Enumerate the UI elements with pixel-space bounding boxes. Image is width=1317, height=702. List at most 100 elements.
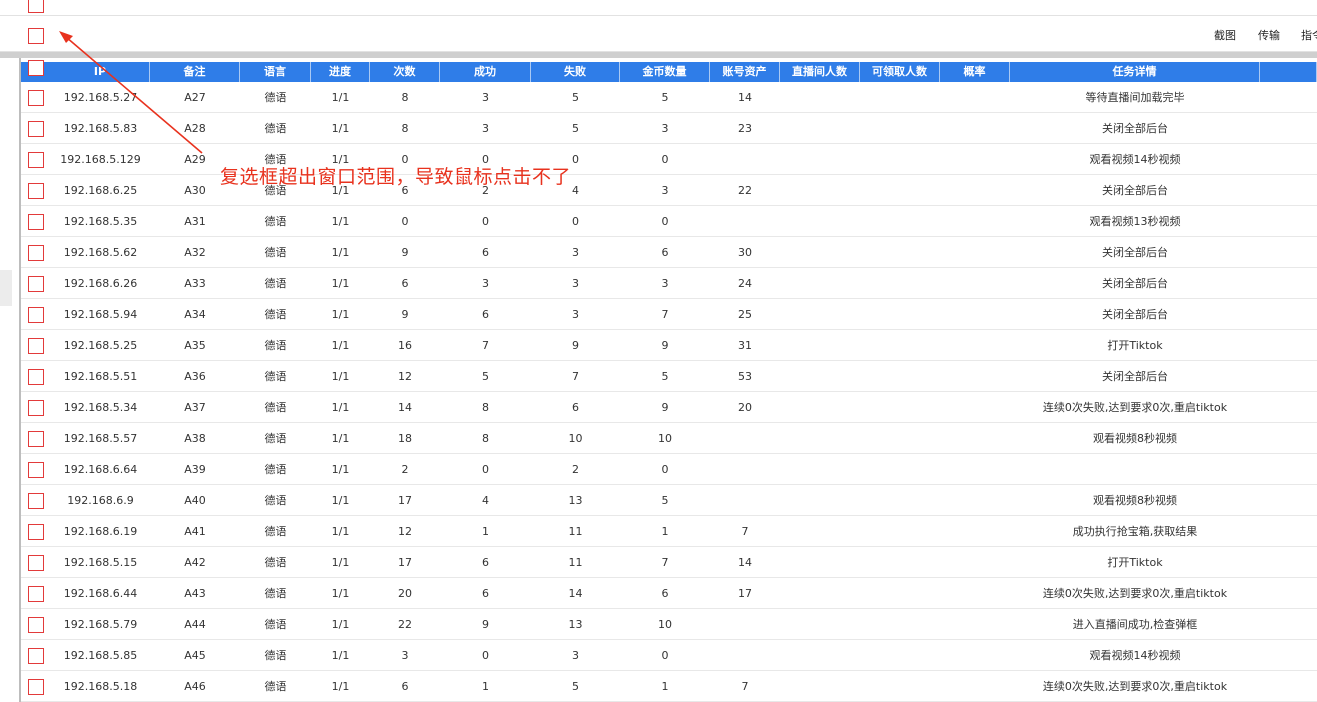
header-col-coins[interactable]: 金币数量 bbox=[620, 62, 710, 82]
cell-note: A44 bbox=[184, 618, 206, 631]
row-checkbox[interactable] bbox=[28, 338, 44, 354]
table-row[interactable]: 192.168.5.79 A44 德语 1/1 22 9 13 10 进入直播间成功,检查弹框 bbox=[21, 609, 1317, 640]
toolbar-checkbox[interactable] bbox=[28, 28, 44, 44]
cell-ip: 192.168.6.25 bbox=[63, 184, 138, 197]
table-row[interactable]: 192.168.5.85 A45 德语 1/1 3 0 3 0 观看视频14秒视频 bbox=[21, 640, 1317, 671]
table-row[interactable]: 192.168.6.19 A41 德语 1/1 12 1 11 1 7 成功执行抢宝箱,获取结果 bbox=[21, 516, 1317, 547]
cell-note: A32 bbox=[184, 246, 206, 259]
cell-task-detail: 观看视频13秒视频 bbox=[1089, 215, 1181, 228]
cell-count: 8 bbox=[401, 122, 409, 135]
row-checkbox[interactable] bbox=[28, 400, 44, 416]
table-row[interactable]: 192.168.5.62 A32 德语 1/1 9 6 3 6 30 关闭全部后台 bbox=[21, 237, 1317, 268]
row-checkbox[interactable] bbox=[28, 121, 44, 137]
cell-task-detail: 进入直播间成功,检查弹框 bbox=[1072, 618, 1198, 631]
cell-assets: 7 bbox=[741, 680, 749, 693]
cell-success: 8 bbox=[482, 432, 489, 445]
cell-fail: 5 bbox=[572, 122, 579, 135]
cell-claimable bbox=[860, 640, 940, 671]
cell-count: 12 bbox=[398, 525, 412, 538]
table-row[interactable]: 192.168.6.44 A43 德语 1/1 20 6 14 6 17 连续0次失败,达到要求0… bbox=[21, 578, 1317, 609]
row-checkbox[interactable] bbox=[28, 90, 44, 106]
cell-probability bbox=[940, 144, 1010, 175]
header-col-assets[interactable]: 账号资产 bbox=[710, 62, 780, 82]
table-row[interactable]: 192.168.5.129 A29 德语 1/1 0 0 0 0 观看视频14秒视频 bbox=[21, 144, 1317, 175]
header-col-note[interactable]: 备注 bbox=[150, 62, 240, 82]
row-checkbox[interactable] bbox=[28, 617, 44, 633]
table-row[interactable]: 192.168.5.25 A35 德语 1/1 16 7 9 9 31 打开Tiktok bbox=[21, 330, 1317, 361]
top-partial-checkbox[interactable] bbox=[28, 0, 44, 13]
table-row[interactable]: 192.168.6.25 A30 德语 1/1 6 2 4 3 22 关闭全部后台 bbox=[21, 175, 1317, 206]
header-col-success[interactable]: 成功 bbox=[440, 62, 531, 82]
header-col-ip[interactable]: IP bbox=[51, 62, 150, 82]
cell-coins: 6 bbox=[661, 246, 669, 259]
cell-assets: 30 bbox=[738, 246, 752, 259]
header-col-progress[interactable]: 进度 bbox=[311, 62, 370, 82]
row-checkbox[interactable] bbox=[28, 493, 44, 509]
cell-live-viewers bbox=[780, 392, 860, 423]
table-row[interactable]: 192.168.5.34 A37 德语 1/1 14 8 6 9 20 连续0次失败,达到要求0次… bbox=[21, 392, 1317, 423]
row-checkbox[interactable] bbox=[28, 245, 44, 261]
cell-claimable bbox=[860, 609, 940, 640]
cell-claimable bbox=[860, 485, 940, 516]
table-row[interactable]: 192.168.5.15 A42 德语 1/1 17 6 11 7 14 打开Tiktok bbox=[21, 547, 1317, 578]
row-checkbox[interactable] bbox=[28, 183, 44, 199]
transfer-button[interactable]: 传输 bbox=[1258, 27, 1280, 43]
command-button[interactable]: 指令 bbox=[1301, 27, 1317, 43]
cell-assets bbox=[710, 454, 780, 485]
cell-note: A42 bbox=[184, 556, 206, 569]
row-checkbox[interactable] bbox=[28, 524, 44, 540]
row-checkbox[interactable] bbox=[28, 648, 44, 664]
header-col-claimable[interactable]: 可领取人数 bbox=[860, 62, 940, 82]
table-row[interactable]: 192.168.5.57 A38 德语 1/1 18 8 10 10 观看视频8秒视频 bbox=[21, 423, 1317, 454]
cell-claimable bbox=[860, 175, 940, 206]
cell-task-detail: 观看视频8秒视频 bbox=[1093, 432, 1177, 445]
row-checkbox[interactable] bbox=[28, 679, 44, 695]
row-checkbox[interactable] bbox=[28, 152, 44, 168]
cell-coins: 7 bbox=[661, 308, 669, 321]
row-checkbox[interactable] bbox=[28, 307, 44, 323]
table-row[interactable]: 192.168.5.51 A36 德语 1/1 12 5 7 5 53 关闭全部后台 bbox=[21, 361, 1317, 392]
row-checkbox[interactable] bbox=[28, 369, 44, 385]
cell-task-detail: 打开Tiktok bbox=[1107, 556, 1163, 569]
row-checkbox[interactable] bbox=[28, 555, 44, 571]
cell-progress: 1/1 bbox=[331, 463, 350, 476]
cell-live-viewers bbox=[780, 206, 860, 237]
table-row[interactable]: 192.168.6.9 A40 德语 1/1 17 4 13 5 观看视频8秒视频 bbox=[21, 485, 1317, 516]
table-row[interactable]: 192.168.6.26 A33 德语 1/1 6 3 3 3 24 关闭全部后台 bbox=[21, 268, 1317, 299]
cell-probability bbox=[940, 640, 1010, 671]
header-col-probability[interactable]: 概率 bbox=[940, 62, 1010, 82]
cell-assets bbox=[710, 485, 780, 516]
header-col-task-detail[interactable]: 任务详情 bbox=[1010, 62, 1260, 82]
table-row[interactable]: 192.168.5.83 A28 德语 1/1 8 3 5 3 23 关闭全部后台 bbox=[21, 113, 1317, 144]
header-col-fail[interactable]: 失败 bbox=[531, 62, 620, 82]
row-checkbox[interactable] bbox=[28, 431, 44, 447]
table-row[interactable]: 192.168.5.94 A34 德语 1/1 9 6 3 7 25 关闭全部后台 bbox=[21, 299, 1317, 330]
cell-note: A35 bbox=[184, 339, 206, 352]
cell-coins: 9 bbox=[661, 339, 669, 352]
cell-live-viewers bbox=[780, 113, 860, 144]
header-col-language[interactable]: 语言 bbox=[240, 62, 311, 82]
header-col-count[interactable]: 次数 bbox=[370, 62, 440, 82]
row-checkbox[interactable] bbox=[28, 586, 44, 602]
row-checkbox[interactable] bbox=[28, 214, 44, 230]
header-select-all-checkbox[interactable] bbox=[28, 60, 44, 76]
row-checkbox[interactable] bbox=[28, 462, 44, 478]
annotation-text: 复选框超出窗口范围，导致鼠标点击不了 bbox=[220, 166, 572, 188]
header-col-live-viewers[interactable]: 直播间人数 bbox=[780, 62, 860, 82]
cell-ip: 192.168.5.85 bbox=[63, 649, 138, 662]
table-row[interactable]: 192.168.6.64 A39 德语 1/1 2 0 2 0 bbox=[21, 454, 1317, 485]
splitter-bar[interactable] bbox=[0, 52, 1317, 58]
cell-live-viewers bbox=[780, 454, 860, 485]
cell-language: 德语 bbox=[264, 587, 287, 600]
row-checkbox[interactable] bbox=[28, 276, 44, 292]
cell-assets: 7 bbox=[741, 525, 749, 538]
cell-fail: 14 bbox=[568, 587, 583, 600]
cell-progress: 1/1 bbox=[331, 277, 350, 290]
cell-success: 7 bbox=[482, 339, 489, 352]
table-row[interactable]: 192.168.5.27 A27 德语 1/1 8 3 5 5 14 等待直播间加载完毕 bbox=[21, 82, 1317, 113]
cell-ip: 192.168.5.94 bbox=[63, 308, 138, 321]
table-row[interactable]: 192.168.5.35 A31 德语 1/1 0 0 0 0 观看视频13秒视频 bbox=[21, 206, 1317, 237]
cell-live-viewers bbox=[780, 361, 860, 392]
table-row[interactable]: 192.168.5.18 A46 德语 1/1 6 1 5 1 7 连续0次失败,达到要求0次,重… bbox=[21, 671, 1317, 702]
screenshot-button[interactable]: 截图 bbox=[1214, 27, 1236, 43]
